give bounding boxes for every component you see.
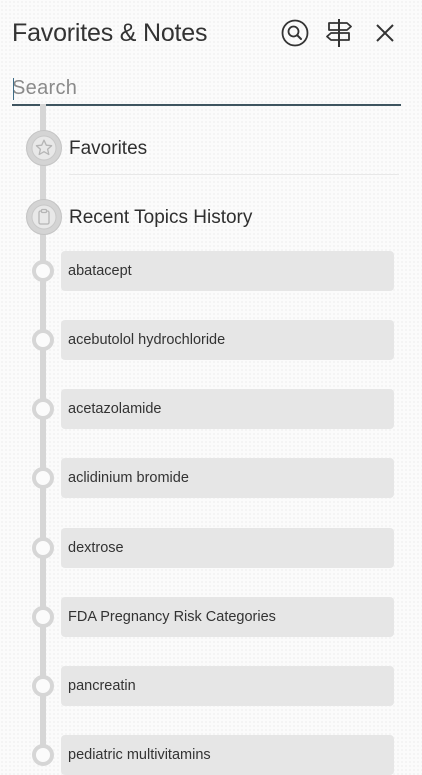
close-button[interactable] <box>370 18 400 48</box>
clipboard-icon <box>26 199 62 235</box>
list-item[interactable]: abatacept <box>61 251 394 291</box>
page-title: Favorites & Notes <box>12 19 208 47</box>
search-button[interactable] <box>280 18 310 48</box>
search-icon <box>281 19 309 47</box>
star-icon <box>26 130 62 166</box>
timeline-node <box>32 260 54 282</box>
list-item[interactable]: acebutolol hydrochloride <box>61 320 394 360</box>
close-icon <box>374 22 396 44</box>
text-caret <box>13 78 14 100</box>
list-item[interactable]: aclidinium bromide <box>61 458 394 498</box>
list-item[interactable]: FDA Pregnancy Risk Categories <box>61 597 394 637</box>
favorites-section[interactable]: Favorites <box>26 130 400 175</box>
recent-history-section[interactable]: Recent Topics History <box>26 199 400 237</box>
list-item[interactable]: pancreatin <box>61 666 394 706</box>
list-item[interactable]: acetazolamide <box>61 389 394 429</box>
search-field <box>12 74 401 106</box>
header: Favorites & Notes <box>0 0 422 66</box>
timeline-node <box>32 537 54 559</box>
timeline-node <box>32 398 54 420</box>
timeline-node <box>32 467 54 489</box>
list-item[interactable]: dextrose <box>61 528 394 568</box>
divider <box>69 174 399 175</box>
favorites-label: Favorites <box>69 138 148 159</box>
timeline-node <box>32 675 54 697</box>
timeline-node <box>32 744 54 766</box>
search-input[interactable] <box>12 74 401 102</box>
recent-history-label: Recent Topics History <box>69 207 253 228</box>
signpost-button[interactable] <box>324 18 354 48</box>
list-item[interactable]: pediatric multivitamins <box>61 735 394 775</box>
timeline-node <box>32 606 54 628</box>
signpost-icon <box>325 18 353 48</box>
timeline-node <box>32 329 54 351</box>
